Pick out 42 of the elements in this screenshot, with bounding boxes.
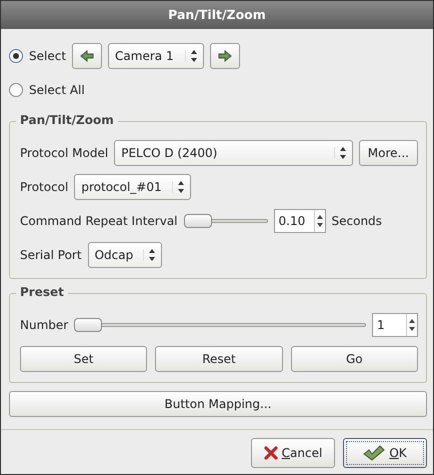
- up-down-icon: [340, 147, 346, 159]
- spin-arrows-icon: [409, 318, 415, 332]
- radio-label: Select: [29, 49, 66, 63]
- interval-spinbox[interactable]: 0.10: [274, 209, 326, 233]
- cross-icon: [264, 446, 278, 460]
- protocol-dropdown[interactable]: protocol_#01: [74, 174, 191, 200]
- group-title: Preset: [16, 285, 68, 299]
- check-icon: [363, 445, 386, 461]
- field-label: Protocol: [20, 180, 68, 194]
- field-label: Serial Port: [20, 248, 82, 262]
- preset-button[interactable]: Go: [290, 346, 418, 372]
- up-down-icon: [149, 249, 156, 261]
- more-button[interactable]: More...: [358, 140, 418, 166]
- group-title: Pan/Tilt/Zoom: [16, 113, 118, 127]
- protocol-model-dropdown[interactable]: PELCO D (2400): [114, 140, 353, 166]
- left-arrow-icon: [80, 50, 94, 62]
- up-down-icon: [178, 181, 184, 193]
- slider-thumb[interactable]: [184, 214, 212, 228]
- right-arrow-icon: [218, 50, 232, 62]
- unit-label: Seconds: [332, 214, 382, 228]
- next-button[interactable]: [210, 43, 240, 69]
- field-label: Protocol Model: [20, 146, 108, 160]
- radio-button[interactable]: [9, 49, 23, 63]
- serial-port-dropdown[interactable]: Odcap: [88, 242, 162, 268]
- preset-button[interactable]: Reset: [155, 346, 283, 372]
- number-spinbox[interactable]: 1: [372, 313, 418, 337]
- button-mapping-button[interactable]: Button Mapping...: [9, 391, 427, 417]
- interval-slider[interactable]: [184, 214, 268, 228]
- spin-arrows-icon: [316, 214, 322, 228]
- up-down-icon: [191, 50, 198, 62]
- preset-button[interactable]: Set: [20, 346, 148, 372]
- previous-button[interactable]: [72, 43, 102, 69]
- radio-label: Select All: [29, 83, 85, 97]
- camera-dropdown[interactable]: Camera 1: [108, 43, 204, 69]
- window-title: Pan/Tilt/Zoom: [1, 1, 433, 29]
- field-label: Command Repeat Interval: [20, 214, 178, 228]
- cancel-button[interactable]: Cancel: [251, 438, 335, 468]
- number-slider[interactable]: [74, 318, 366, 332]
- field-label: Number: [20, 318, 68, 332]
- radio-button[interactable]: [9, 83, 23, 97]
- slider-thumb[interactable]: [74, 318, 102, 332]
- ok-button[interactable]: OK: [343, 438, 427, 468]
